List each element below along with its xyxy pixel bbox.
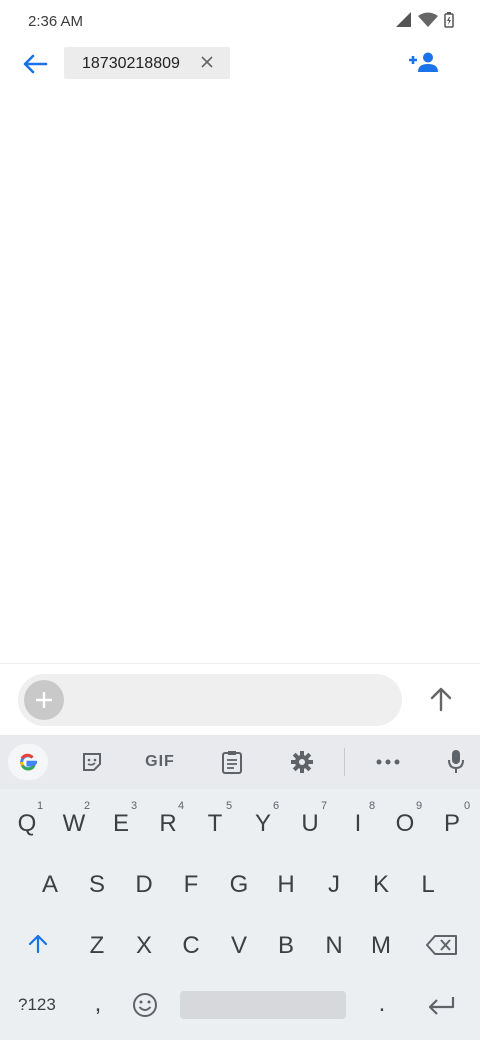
- send-arrow-icon: [430, 687, 452, 712]
- enter-icon: [428, 997, 455, 1015]
- key-u[interactable]: U: [290, 810, 330, 838]
- google-button[interactable]: [8, 744, 48, 780]
- key-r[interactable]: R: [148, 810, 188, 838]
- key-hint-6: 6: [273, 800, 280, 812]
- key-e[interactable]: E: [101, 810, 141, 838]
- key-h[interactable]: H: [266, 871, 306, 899]
- back-button[interactable]: [20, 52, 52, 76]
- key-k[interactable]: K: [361, 871, 401, 899]
- key-i[interactable]: I: [338, 810, 378, 838]
- key-n[interactable]: N: [314, 932, 354, 960]
- recipient-number: 18730218809: [82, 55, 180, 72]
- add-person-icon: [409, 52, 438, 72]
- key-c[interactable]: C: [171, 932, 211, 960]
- key-s[interactable]: S: [77, 871, 117, 899]
- enter-key[interactable]: [426, 994, 456, 1016]
- emoji-icon: [133, 993, 157, 1017]
- close-icon: [201, 56, 213, 68]
- back-arrow-icon: [23, 54, 48, 74]
- shift-arrow-icon: [28, 934, 48, 954]
- key-m[interactable]: M: [361, 932, 401, 960]
- more-button[interactable]: [372, 746, 404, 778]
- more-icon: [376, 759, 400, 765]
- space-key[interactable]: [180, 991, 346, 1019]
- google-icon: [20, 753, 37, 771]
- key-t[interactable]: T: [195, 810, 235, 838]
- compose-bar: [0, 663, 480, 736]
- app-bar: 18730218809: [0, 44, 480, 84]
- gif-label: GIF: [145, 753, 175, 770]
- battery-icon: [444, 12, 454, 28]
- remove-recipient-button[interactable]: [200, 55, 216, 71]
- key-l[interactable]: L: [408, 871, 448, 899]
- comma-key[interactable]: ,: [78, 990, 118, 1018]
- shift-key[interactable]: [24, 932, 52, 956]
- key-hint-8: 8: [369, 800, 376, 812]
- key-hint-1: 1: [37, 800, 44, 812]
- key-hint-3: 3: [131, 800, 138, 812]
- microphone-icon: [448, 750, 464, 773]
- wifi-icon: [418, 12, 438, 27]
- toolbar-divider: [344, 748, 345, 776]
- voice-input-button[interactable]: [440, 746, 472, 778]
- status-icons: [396, 12, 454, 28]
- sticker-button[interactable]: [76, 746, 108, 778]
- add-recipient-button[interactable]: [408, 52, 440, 76]
- symbols-key[interactable]: ?123: [18, 995, 56, 1015]
- key-w[interactable]: W: [54, 810, 94, 838]
- backspace-icon: [426, 935, 457, 955]
- gear-icon: [291, 751, 313, 773]
- key-hint-5: 5: [226, 800, 233, 812]
- plus-icon: [36, 692, 52, 708]
- keyboard-toolbar: GIF: [0, 735, 480, 789]
- keyboard: G I F Q W E R T Y U I O P 1 2 3 4 5 6 7 8 …: [0, 735, 480, 1040]
- key-v[interactable]: V: [219, 932, 259, 960]
- send-button[interactable]: [424, 682, 458, 716]
- attach-button[interactable]: [24, 680, 64, 720]
- key-f[interactable]: F: [171, 871, 211, 899]
- key-hint-7: 7: [321, 800, 328, 812]
- clipboard-button[interactable]: [216, 746, 248, 778]
- status-bar: 2:36 AM: [0, 0, 480, 44]
- key-z[interactable]: Z: [77, 932, 117, 960]
- sticker-icon: [83, 753, 101, 771]
- recipient-chip[interactable]: 18730218809: [64, 47, 230, 79]
- key-hint-2: 2: [84, 800, 91, 812]
- key-x[interactable]: X: [124, 932, 164, 960]
- key-b[interactable]: B: [266, 932, 306, 960]
- gif-button[interactable]: GIF: [140, 746, 180, 778]
- key-q[interactable]: Q: [7, 810, 47, 838]
- key-hint-0: 0: [464, 800, 471, 812]
- status-time: 2:36 AM: [28, 13, 84, 30]
- backspace-key[interactable]: [426, 934, 458, 956]
- key-y[interactable]: Y: [243, 810, 283, 838]
- message-input[interactable]: [18, 674, 402, 726]
- clipboard-icon: [222, 751, 242, 774]
- emoji-key[interactable]: [131, 991, 159, 1019]
- key-o[interactable]: O: [385, 810, 425, 838]
- key-d[interactable]: D: [124, 871, 164, 899]
- key-hint-9: 9: [416, 800, 423, 812]
- key-g[interactable]: G: [219, 871, 259, 899]
- key-j[interactable]: J: [314, 871, 354, 899]
- period-key[interactable]: .: [362, 990, 402, 1018]
- settings-button[interactable]: [286, 746, 318, 778]
- key-p[interactable]: P: [432, 810, 472, 838]
- key-hint-4: 4: [178, 800, 185, 812]
- key-a[interactable]: A: [30, 871, 70, 899]
- signal-icon: [396, 12, 411, 27]
